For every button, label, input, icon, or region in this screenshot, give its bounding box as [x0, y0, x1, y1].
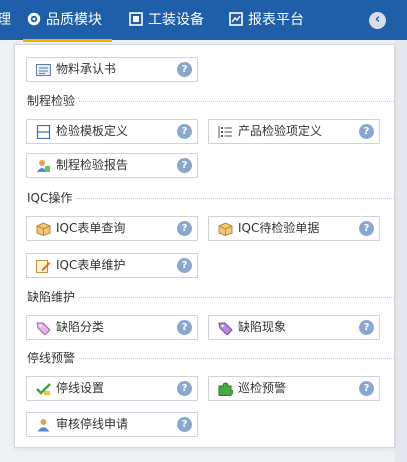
menu-item-label: 缺陷现象 [238, 320, 287, 334]
help-icon[interactable]: ? [177, 320, 192, 335]
checkmark-icon [36, 383, 51, 395]
nav-item-label: 品质模块 [46, 12, 102, 28]
collapse-button[interactable]: ‹ [369, 12, 386, 29]
menu-item-label: 产品检验项定义 [238, 124, 323, 138]
menu-item-review-line-stop-request[interactable]: 审核停线申请 ? [26, 412, 198, 437]
section-divider [79, 358, 394, 359]
menu-item-label: 物料承认书 [56, 62, 117, 76]
top-nav-bar: 理 品质模块 工装设备 报表平台 ‹ [0, 0, 407, 42]
section-divider [79, 297, 394, 298]
section-title-iqc-operations: IQC操作 [27, 191, 73, 205]
help-icon[interactable]: ? [359, 221, 374, 236]
gear-icon [27, 12, 41, 26]
help-icon[interactable]: ? [359, 320, 374, 335]
tag-icon [218, 322, 233, 335]
menu-item-defect-category[interactable]: 缺陷分类 ? [26, 315, 198, 340]
help-icon[interactable]: ? [177, 124, 192, 139]
help-icon[interactable]: ? [177, 221, 192, 236]
menu-item-label: IQC待检验单据 [238, 221, 320, 235]
user-icon [37, 419, 50, 432]
section-title-defect-maintenance: 缺陷维护 [27, 290, 76, 304]
document-icon [36, 64, 51, 76]
menu-item-process-inspection-report[interactable]: 制程检验报告 ? [26, 153, 198, 178]
menu-item-label: IQC表单查询 [56, 221, 126, 235]
menu-item-label: 缺陷分类 [56, 320, 105, 334]
help-icon[interactable]: ? [177, 258, 192, 273]
nav-item-quality[interactable]: 品质模块 [23, 0, 112, 42]
menu-item-iqc-form-query[interactable]: IQC表单查询 ? [26, 216, 198, 241]
tag-icon [36, 322, 51, 335]
list-icon [218, 126, 232, 138]
nav-item-partial[interactable]: 理 [0, 0, 11, 40]
nav-item-reports[interactable]: 报表平台 [229, 0, 304, 40]
template-icon [36, 125, 51, 139]
help-icon[interactable]: ? [177, 381, 192, 396]
section-title-line-stop-warning: 停线预警 [27, 351, 76, 365]
nav-item-label: 报表平台 [248, 12, 304, 28]
help-icon[interactable]: ? [177, 62, 192, 77]
nav-item-label: 工装设备 [148, 12, 204, 28]
help-icon[interactable]: ? [177, 417, 192, 432]
menu-item-label: 停线设置 [56, 381, 105, 395]
box-icon [218, 222, 233, 236]
nav-item-label: 理 [0, 12, 11, 28]
menu-item-label: 审核停线申请 [56, 417, 129, 431]
help-icon[interactable]: ? [359, 124, 374, 139]
help-icon[interactable]: ? [177, 158, 192, 173]
menu-item-label: 制程检验报告 [56, 158, 129, 172]
puzzle-icon [218, 382, 233, 396]
chart-icon [229, 12, 243, 26]
quality-module-dropdown: 物料承认书 ? 制程检验 检验模板定义 ? 产品检验项定义 ? 制程检验报告 ?… [14, 44, 395, 448]
nav-item-tooling[interactable]: 工装设备 [129, 0, 204, 40]
background-strip [395, 40, 407, 462]
box-icon [36, 222, 51, 236]
menu-item-defect-phenomenon[interactable]: 缺陷现象 ? [208, 315, 380, 340]
menu-item-label: 检验模板定义 [56, 124, 129, 138]
user-report-icon [37, 160, 50, 172]
section-divider [79, 101, 394, 102]
help-icon[interactable]: ? [359, 381, 374, 396]
menu-item-iqc-form-maintenance[interactable]: IQC表单维护 ? [26, 253, 198, 278]
menu-item-inspection-template[interactable]: 检验模板定义 ? [26, 119, 198, 144]
menu-item-product-inspection-item[interactable]: 产品检验项定义 ? [208, 119, 380, 144]
menu-item-material-approval[interactable]: 物料承认书 ? [26, 57, 198, 82]
edit-icon [36, 260, 51, 273]
chevron-left-icon: ‹ [374, 12, 381, 27]
section-title-process-inspection: 制程检验 [27, 94, 76, 108]
menu-item-label: IQC表单维护 [56, 258, 126, 272]
menu-item-label: 巡检预警 [238, 381, 287, 395]
section-divider [75, 198, 394, 199]
frame-icon [129, 12, 143, 26]
menu-item-line-stop-settings[interactable]: 停线设置 ? [26, 376, 198, 401]
menu-item-iqc-pending-inspection[interactable]: IQC待检验单据 ? [208, 216, 380, 241]
menu-item-patrol-warning[interactable]: 巡检预警 ? [208, 376, 380, 401]
